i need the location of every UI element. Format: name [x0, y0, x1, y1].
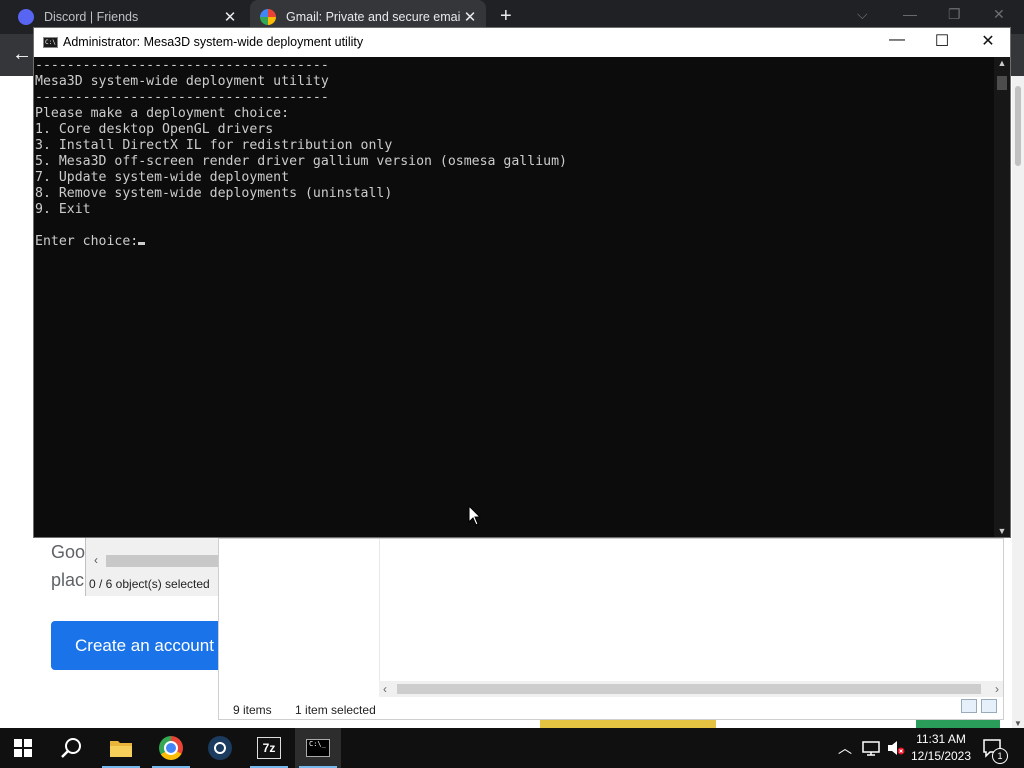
- scroll-left-icon[interactable]: ‹: [383, 682, 387, 696]
- discord-icon: [18, 9, 34, 25]
- clock-date: 12/15/2023: [910, 749, 972, 763]
- scroll-left-icon[interactable]: ‹: [94, 553, 98, 567]
- network-icon[interactable]: [862, 728, 880, 768]
- tab-close-icon[interactable]: ✕: [220, 8, 240, 26]
- item-count: 9 items: [233, 703, 272, 717]
- close-button[interactable]: ✕: [965, 31, 1011, 51]
- 7zip-icon: 7z: [257, 737, 281, 759]
- background-thumbnail: [540, 720, 716, 728]
- console-title: Administrator: Mesa3D system-wide deploy…: [63, 35, 364, 49]
- browser-minimize-icon[interactable]: —: [903, 6, 917, 22]
- console-line: -------------------------------------: [35, 58, 329, 73]
- tab-title: Gmail: Private and secure email a: [286, 10, 460, 24]
- large-icons-view-icon[interactable]: [981, 699, 997, 713]
- selection-status: 0 / 6 object(s) selected: [89, 577, 210, 591]
- text-cursor: [138, 242, 146, 245]
- browser-restore-icon[interactable]: ❐: [948, 6, 961, 23]
- pane-divider[interactable]: [379, 539, 380, 684]
- console-title-bar[interactable]: C:\ Administrator: Mesa3D system-wide de…: [34, 28, 1010, 57]
- clock-time: 11:31 AM: [916, 732, 966, 746]
- minimize-button[interactable]: —: [874, 31, 920, 49]
- explorer-status-bar: 9 items 1 item selected: [233, 703, 396, 717]
- terminal-taskbar[interactable]: C:\_: [295, 728, 341, 768]
- steam-icon: [208, 736, 232, 760]
- google-icon: [260, 9, 276, 25]
- maximize-button[interactable]: ☐: [919, 31, 965, 51]
- console-line: 9. Exit: [35, 202, 91, 217]
- tab-title: Discord | Friends: [44, 10, 139, 24]
- browser-close-icon[interactable]: ✕: [993, 6, 1005, 23]
- console-icon: C:\: [43, 37, 58, 48]
- console-scrollbar[interactable]: ▲ ▼: [994, 57, 1010, 537]
- console-scrollbar-thumb[interactable]: [997, 76, 1007, 90]
- folder-icon: [110, 741, 132, 757]
- start-button[interactable]: [0, 728, 46, 768]
- file-explorer-window: ‹ › 9 items 1 item selected: [218, 538, 1004, 720]
- back-arrow-icon[interactable]: ←: [12, 43, 32, 66]
- tab-search-chevron-icon[interactable]: ⌵: [857, 6, 868, 23]
- notification-center[interactable]: 1: [982, 728, 1008, 768]
- 7zip-taskbar[interactable]: 7z: [246, 728, 292, 768]
- system-clock[interactable]: 11:31 AM 12/15/2023: [908, 731, 974, 765]
- scroll-up-icon[interactable]: ▲: [994, 58, 1010, 68]
- file-explorer-taskbar[interactable]: [98, 728, 144, 768]
- console-output[interactable]: ------------------------------------- Me…: [34, 57, 994, 537]
- 7zip-window: ‹ 0 / 6 object(s) selected: [85, 538, 220, 596]
- chrome-taskbar[interactable]: [148, 728, 194, 768]
- selection-count: 1 item selected: [295, 703, 376, 717]
- search-button[interactable]: [48, 728, 94, 768]
- view-toggle: [961, 699, 997, 713]
- console-line: 1. Core desktop OpenGL drivers: [35, 122, 274, 137]
- background-thumbnail: [916, 720, 1000, 728]
- terminal-icon: C:\_: [306, 739, 330, 757]
- chrome-icon: [159, 736, 183, 760]
- volume-muted-icon[interactable]: [886, 728, 906, 768]
- scrollbar-thumb[interactable]: [397, 684, 981, 694]
- console-line: Mesa3D system-wide deployment utility: [35, 74, 329, 89]
- new-tab-button[interactable]: +: [500, 6, 512, 26]
- console-window[interactable]: C:\ Administrator: Mesa3D system-wide de…: [33, 27, 1011, 538]
- console-line: Please make a deployment choice:: [35, 106, 290, 121]
- horizontal-scrollbar[interactable]: ‹ ›: [379, 681, 1003, 697]
- search-icon: [61, 738, 81, 758]
- taskbar: 7z C:\_ ︿ 11:31 AM 12/15/2023 1: [0, 728, 1024, 768]
- notification-badge: 1: [992, 748, 1008, 764]
- console-prompt: Enter choice:: [35, 234, 139, 249]
- page-scrollbar-thumb[interactable]: [1015, 86, 1021, 166]
- steam-taskbar[interactable]: [197, 728, 243, 768]
- scroll-right-icon[interactable]: ›: [995, 682, 999, 696]
- scrollbar-thumb[interactable]: [106, 555, 218, 567]
- scroll-down-icon[interactable]: ▼: [994, 526, 1010, 536]
- tab-close-icon[interactable]: ✕: [460, 8, 480, 26]
- scroll-down-icon[interactable]: ▼: [1012, 719, 1024, 728]
- console-line: 7. Update system-wide deployment: [35, 170, 290, 185]
- console-line: -------------------------------------: [35, 90, 329, 105]
- mouse-pointer-icon: [468, 505, 482, 526]
- show-hidden-icons-icon[interactable]: ︿: [838, 728, 852, 768]
- console-line: 8. Remove system-wide deployments (unins…: [35, 186, 393, 201]
- page-scrollbar[interactable]: ▼: [1012, 76, 1024, 728]
- details-view-icon[interactable]: [961, 699, 977, 713]
- horizontal-scrollbar[interactable]: ‹: [90, 553, 218, 569]
- console-line: 5. Mesa3D off-screen render driver galli…: [35, 154, 567, 169]
- windows-icon: [14, 739, 32, 757]
- console-line: 3. Install DirectX IL for redistribution…: [35, 138, 393, 153]
